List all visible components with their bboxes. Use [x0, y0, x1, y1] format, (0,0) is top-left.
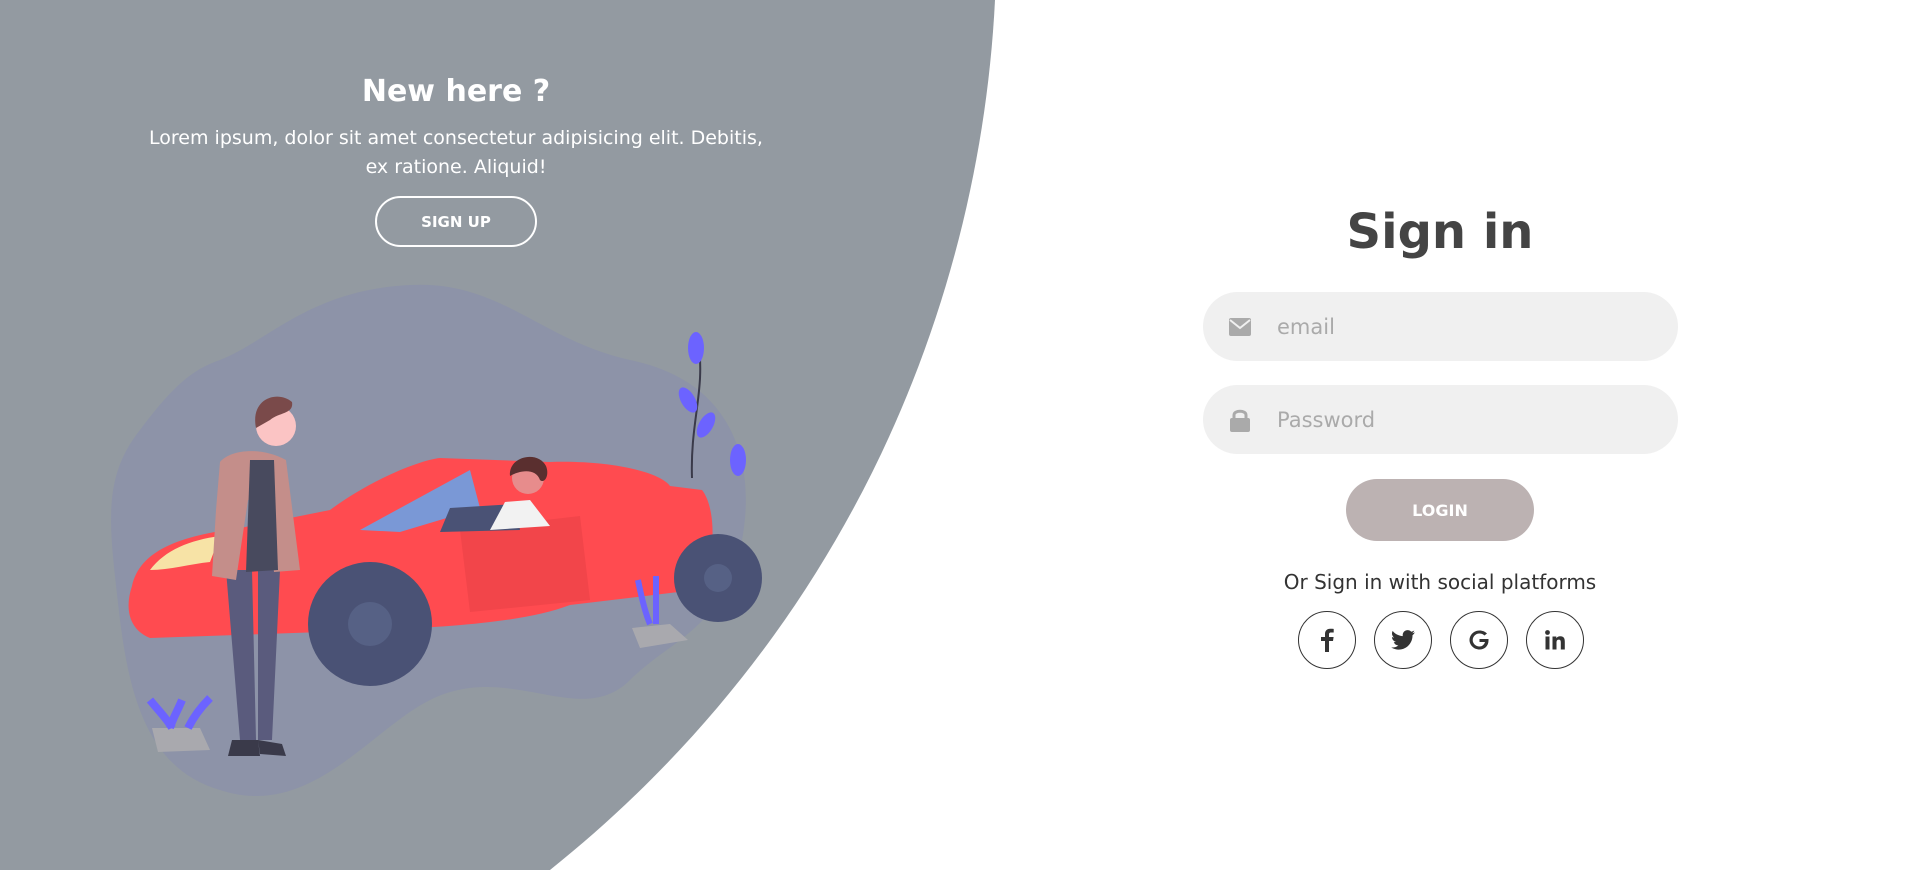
- lock-icon: [1203, 408, 1277, 432]
- left-panel: New here ? Lorem ipsum, dolor sit amet c…: [0, 0, 920, 870]
- left-pot: [152, 728, 210, 752]
- linkedin-button[interactable]: [1526, 611, 1584, 669]
- front-hub: [348, 602, 392, 646]
- facebook-icon: [1321, 628, 1334, 652]
- linkedin-icon: [1545, 630, 1565, 650]
- password-input[interactable]: [1277, 385, 1678, 454]
- tall-plant-leaf: [688, 332, 704, 364]
- envelope-icon: [1203, 317, 1277, 336]
- person-shirt: [246, 460, 278, 572]
- panel-title: New here ?: [361, 74, 551, 109]
- email-input[interactable]: [1277, 292, 1678, 361]
- small-plant-leaf: [730, 444, 746, 476]
- google-icon: [1469, 630, 1489, 650]
- social-prompt: Or Sign in with social platforms: [1283, 570, 1597, 594]
- google-button[interactable]: [1450, 611, 1508, 669]
- facebook-button[interactable]: [1298, 611, 1356, 669]
- sign-up-button[interactable]: SIGN UP: [375, 196, 537, 247]
- password-field[interactable]: [1203, 385, 1678, 454]
- twitter-button[interactable]: [1374, 611, 1432, 669]
- email-field[interactable]: [1203, 292, 1678, 361]
- car-illustration: [111, 284, 762, 797]
- sign-in-title: Sign in: [1346, 204, 1534, 260]
- rear-hub: [704, 564, 732, 592]
- panel-description: Lorem ipsum, dolor sit amet consectetur …: [149, 127, 763, 178]
- twitter-icon: [1391, 630, 1415, 650]
- social-buttons: [1298, 611, 1584, 669]
- login-button[interactable]: LOGIN: [1346, 479, 1534, 541]
